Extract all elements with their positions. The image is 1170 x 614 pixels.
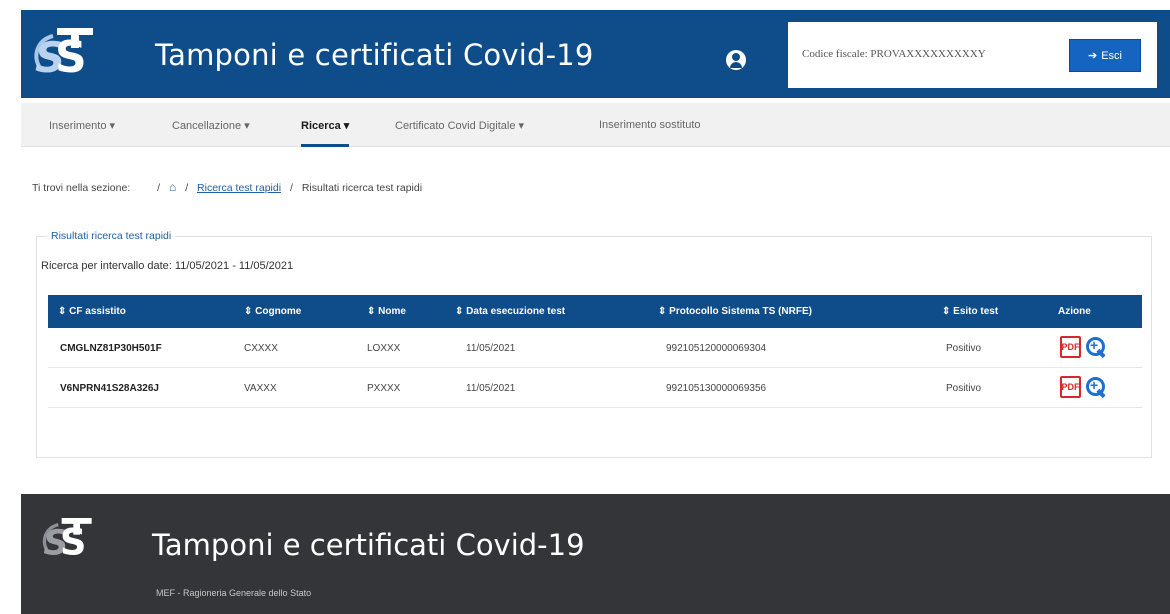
- row-actions: PDF +: [1060, 376, 1107, 398]
- cell-protocollo: 992105120000069304: [666, 343, 767, 354]
- table-row: V6NPRN41S28A326J VAXXX PXXXX 11/05/2021 …: [48, 368, 1142, 408]
- codice-fiscale: Codice fiscale: PROVAXXXXXXXXXY: [802, 48, 986, 60]
- user-icon[interactable]: [726, 50, 746, 70]
- table-header: ⇕ CF assistito ⇕ Cognome ⇕ Nome ⇕ Data e…: [48, 295, 1142, 328]
- cell-cf: V6NPRN41S28A326J: [60, 383, 159, 394]
- row-actions: PDF +: [1060, 336, 1107, 358]
- breadcrumb-prefix: Ti trovi nella sezione:: [32, 182, 131, 194]
- user-box: Codice fiscale: PROVAXXXXXXXXXY ➔ Esci: [788, 22, 1157, 88]
- pdf-icon[interactable]: PDF: [1060, 336, 1081, 358]
- cell-esito: Positivo: [946, 343, 982, 354]
- column-esito-test[interactable]: ⇕ Esito test: [942, 306, 998, 317]
- logout-icon: ➔: [1088, 50, 1098, 62]
- cell-protocollo: 992105130000069356: [666, 383, 767, 394]
- sts-logo-footer: S S: [42, 518, 92, 564]
- results-table: ⇕ CF assistito ⇕ Cognome ⇕ Nome ⇕ Data e…: [48, 295, 1142, 408]
- header: S S Tamponi e certificati Covid-19 Codic…: [0, 0, 1170, 98]
- breadcrumb-current: Risultati ricerca test rapidi: [301, 182, 423, 194]
- zoom-in-icon[interactable]: +: [1085, 336, 1107, 358]
- column-cognome[interactable]: ⇕ Cognome: [244, 306, 301, 317]
- exit-button[interactable]: ➔ Esci: [1069, 39, 1141, 72]
- cell-nome: PXXXX: [367, 383, 401, 394]
- home-icon[interactable]: ⌂: [169, 180, 176, 194]
- cell-data: 11/05/2021: [466, 383, 516, 394]
- breadcrumb: Ti trovi nella sezione: / ⌂ / Ricerca te…: [32, 180, 423, 194]
- cell-cf: CMGLNZ81P30H501F: [60, 343, 162, 354]
- results-legend: Risultati ricerca test rapidi: [47, 230, 176, 242]
- app-title: Tamponi e certificati Covid-19: [155, 38, 594, 72]
- sts-logo: S S: [34, 28, 93, 82]
- search-interval: Ricerca per intervallo date: 11/05/2021 …: [41, 260, 294, 272]
- nav-cancellazione[interactable]: Cancellazione ▾: [172, 119, 250, 132]
- nav-ricerca[interactable]: Ricerca ▾: [301, 119, 350, 147]
- pdf-icon[interactable]: PDF: [1060, 376, 1081, 398]
- svg-text:S: S: [55, 32, 87, 82]
- nav-inserimento-sostituto[interactable]: Inserimento sostituto: [599, 119, 701, 131]
- footer: S S Tamponi e certificati Covid-19 MEF -…: [21, 494, 1170, 614]
- main-navbar: Inserimento ▾ Cancellazione ▾ Ricerca ▾ …: [21, 103, 1170, 147]
- exit-label: Esci: [1101, 49, 1122, 62]
- column-data-esecuzione-test[interactable]: ⇕ Data esecuzione test: [455, 306, 565, 317]
- footer-subtitle: MEF - Ragioneria Generale dello Stato: [156, 588, 312, 598]
- results-panel: Risultati ricerca test rapidi Ricerca pe…: [36, 230, 1152, 458]
- column-cf-assistito[interactable]: ⇕ CF assistito: [58, 306, 126, 317]
- cell-data: 11/05/2021: [466, 343, 516, 354]
- cell-cognome: VAXXX: [244, 383, 277, 394]
- cell-esito: Positivo: [946, 383, 982, 394]
- nav-inserimento[interactable]: Inserimento ▾: [49, 119, 115, 132]
- table-row: CMGLNZ81P30H501F CXXXX LOXXX 11/05/2021 …: [48, 328, 1142, 368]
- cell-nome: LOXXX: [367, 343, 401, 354]
- footer-title: Tamponi e certificati Covid-19: [152, 528, 585, 562]
- svg-text:S: S: [60, 521, 86, 564]
- cell-cognome: CXXXX: [244, 343, 278, 354]
- column-azione: Azione: [1058, 306, 1091, 317]
- column-nome[interactable]: ⇕ Nome: [367, 306, 406, 317]
- breadcrumb-link-ricerca[interactable]: Ricerca test rapidi: [197, 182, 281, 194]
- zoom-in-icon[interactable]: +: [1085, 376, 1107, 398]
- nav-certificato-covid-digitale[interactable]: Certificato Covid Digitale ▾: [395, 119, 524, 132]
- column-protocollo[interactable]: ⇕ Protocollo Sistema TS (NRFE): [658, 306, 812, 317]
